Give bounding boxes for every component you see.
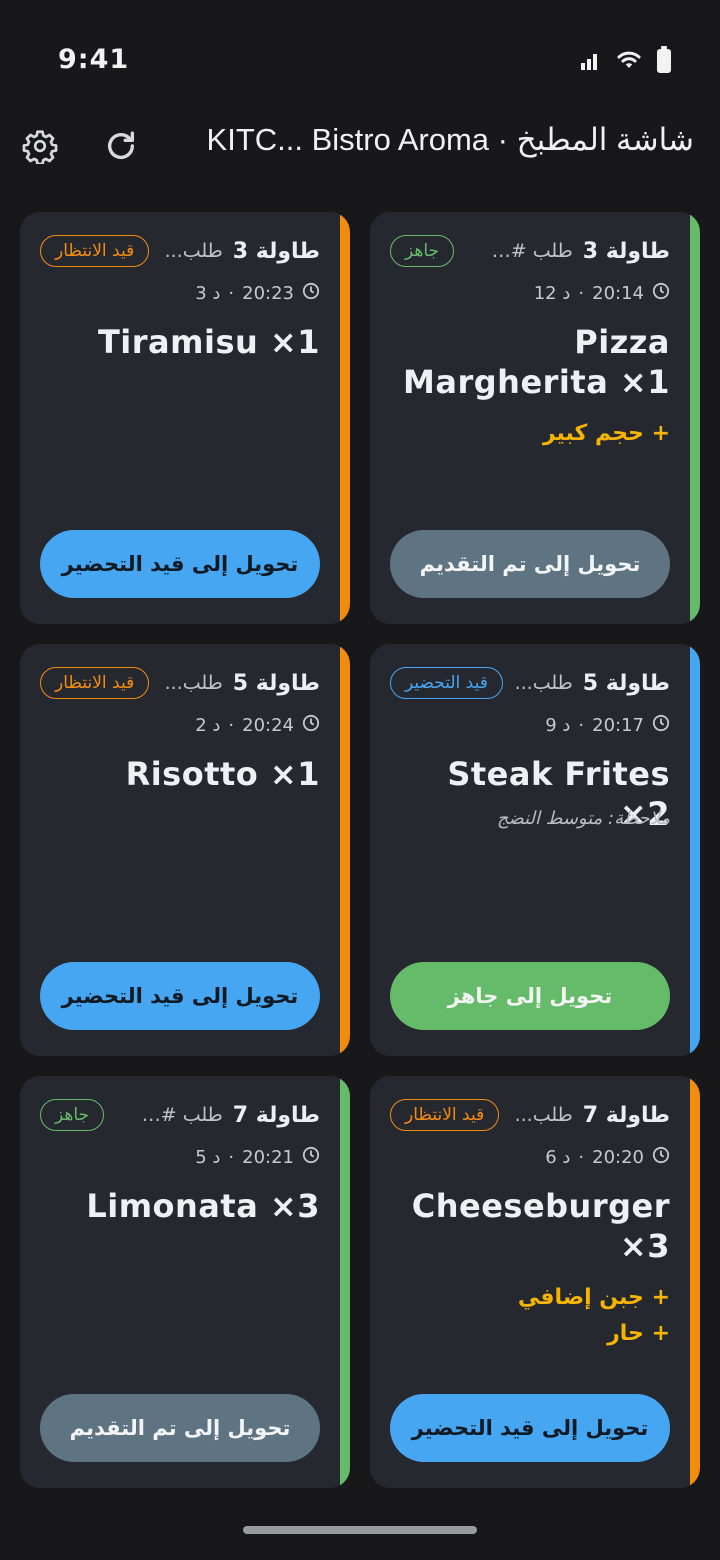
status-accent <box>690 644 700 1056</box>
order-label: طلب... <box>164 672 223 694</box>
signal-icon <box>580 49 602 75</box>
modifier-list: + جبن إضافي + حار <box>390 1280 670 1352</box>
order-time: 20:20 <box>592 1147 644 1168</box>
order-time: 20:21 <box>242 1147 294 1168</box>
advance-status-button[interactable]: تحويل إلى قيد التحضير <box>40 962 320 1030</box>
order-time: 20:23 <box>242 283 294 304</box>
status-accent <box>340 212 350 624</box>
order-card: طاولة 5 طلب... قيد الانتظار 2 د · 20:24 R… <box>20 644 350 1056</box>
advance-status-button[interactable]: تحويل إلى قيد التحضير <box>40 530 320 598</box>
table-label: طاولة 3 <box>232 238 320 264</box>
modifier: + حار <box>607 1321 670 1346</box>
status-bar: 9:41 <box>0 0 720 110</box>
status-badge: جاهز <box>390 235 455 267</box>
order-time: 20:17 <box>592 715 644 736</box>
table-label: طاولة 7 <box>232 1102 320 1128</box>
advance-status-button[interactable]: تحويل إلى قيد التحضير <box>390 1394 670 1462</box>
order-label: طلب... <box>514 1104 573 1126</box>
modifier-list: + حجم كبير <box>390 416 670 452</box>
status-badge: قيد التحضير <box>390 667 503 699</box>
status-badge: قيد الانتظار <box>40 667 150 699</box>
time-row: 2 د · 20:24 <box>195 714 320 737</box>
elapsed-label: 9 د <box>545 715 571 736</box>
clock-icon <box>302 714 320 737</box>
time-row: 3 د · 20:23 <box>195 282 320 305</box>
battery-icon <box>656 46 672 78</box>
status-accent <box>690 1076 700 1488</box>
order-card: طاولة 3 طلب #10... جاهز 12 د· 20:14 Pizz… <box>370 212 700 624</box>
status-accent <box>340 644 350 1056</box>
order-time: 20:14 <box>592 283 644 304</box>
time-row: 9 د · 20:17 <box>545 714 670 737</box>
order-label: طلب #10... <box>483 240 573 262</box>
status-icons <box>580 46 672 78</box>
home-indicator[interactable] <box>243 1526 477 1534</box>
modifier: + جبن إضافي <box>517 1285 670 1310</box>
elapsed-label: 5 د <box>195 1147 221 1168</box>
elapsed-label: 3 د <box>195 283 221 304</box>
order-card: طاولة 5 طلب... قيد التحضير 9 د · 20:17 St… <box>370 644 700 1056</box>
time-row: 12 د · 20:14 <box>534 282 670 305</box>
status-badge: قيد الانتظار <box>390 1099 500 1131</box>
clock-icon <box>302 282 320 305</box>
status-time: 9:41 <box>58 44 130 75</box>
order-label: طلب... <box>164 240 223 262</box>
item-name: Risotto ×1 <box>125 755 320 793</box>
item-name: Tiramisu ×1 <box>97 323 320 361</box>
advance-status-button[interactable]: تحويل إلى جاهز <box>390 962 670 1030</box>
elapsed-label: 2 د <box>195 715 221 736</box>
advance-status-button[interactable]: تحويل إلى تم التقديم <box>390 530 670 598</box>
advance-status-button[interactable]: تحويل إلى تم التقديم <box>40 1394 320 1462</box>
status-accent <box>690 212 700 624</box>
order-label: طلب #10... <box>133 1104 223 1126</box>
clock-icon <box>652 282 670 305</box>
clock-icon <box>302 1146 320 1169</box>
status-badge: قيد الانتظار <box>40 235 150 267</box>
elapsed-label: 12 د <box>533 283 571 304</box>
app-title: شاشة المطبخ · KITC... Bistro Aroma <box>206 122 694 157</box>
status-accent <box>340 1076 350 1488</box>
item-note: ملاحظة: متوسط النضج <box>496 808 670 829</box>
item-name: Pizza Margherita ×1 <box>403 323 670 401</box>
table-label: طاولة 5 <box>232 670 320 696</box>
table-label: طاولة 3 <box>582 238 670 264</box>
refresh-button[interactable] <box>101 128 141 168</box>
order-card: طاولة 7 طلب... قيد الانتظار 6 د · 20:20 C… <box>370 1076 700 1488</box>
clock-icon <box>652 714 670 737</box>
table-label: طاولة 7 <box>582 1102 670 1128</box>
order-time: 20:24 <box>242 715 294 736</box>
order-label: طلب... <box>514 672 573 694</box>
settings-button[interactable] <box>20 128 60 168</box>
time-row: 6 د · 20:20 <box>545 1146 670 1169</box>
status-badge: جاهز <box>40 1099 105 1131</box>
refresh-icon <box>104 129 138 167</box>
order-card: طاولة 3 طلب... قيد الانتظار 3 د · 20:23 T… <box>20 212 350 624</box>
elapsed-label: 6 د <box>545 1147 571 1168</box>
order-card: طاولة 7 طلب #10... جاهز 5 د· 20:21 Limon… <box>20 1076 350 1488</box>
item-name: Limonata ×3 <box>86 1187 320 1225</box>
wifi-icon <box>616 49 642 75</box>
item-name: Cheeseburger ×3 <box>411 1187 670 1265</box>
gear-icon <box>22 128 58 168</box>
clock-icon <box>652 1146 670 1169</box>
app-bar: شاشة المطبخ · KITC... Bistro Aroma <box>0 118 720 174</box>
modifier: + حجم كبير <box>542 421 670 446</box>
table-label: طاولة 5 <box>582 670 670 696</box>
time-row: 5 د · 20:21 <box>195 1146 320 1169</box>
